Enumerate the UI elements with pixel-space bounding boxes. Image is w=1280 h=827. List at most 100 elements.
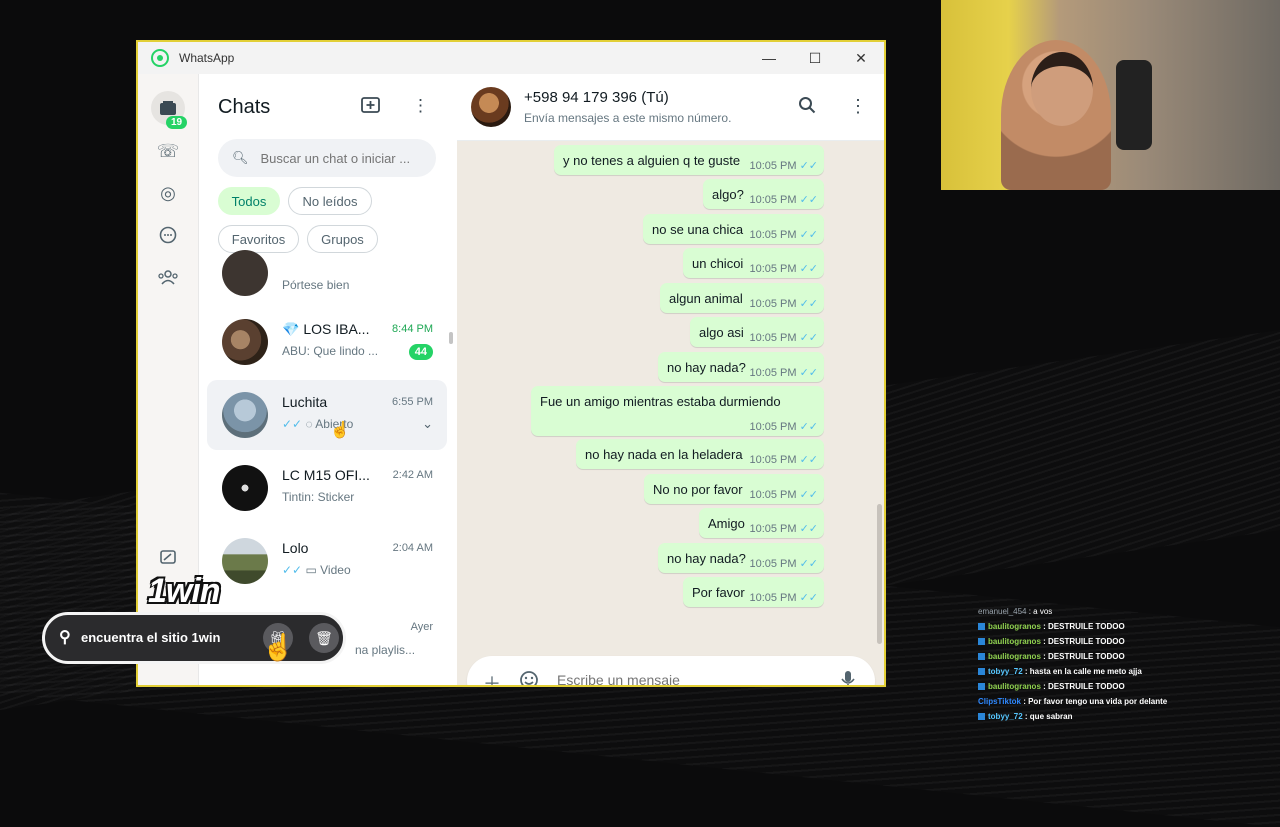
minimize-button[interactable]: — xyxy=(746,42,792,74)
double-check-icon: ✓✓ xyxy=(282,563,303,577)
chat-line: ClipsTiktok : Por favor tengo una vida p… xyxy=(978,697,1168,706)
video-icon: ▭ xyxy=(305,563,317,577)
search-input[interactable] xyxy=(258,149,433,167)
chat-time: Ayer xyxy=(410,621,433,633)
loading-icon: ◌ xyxy=(305,417,313,431)
message-bubble[interactable]: algo asi 10:05 PM ✓✓ xyxy=(690,317,824,347)
avatar xyxy=(222,392,268,438)
avatar xyxy=(222,319,268,365)
contact-subtitle: Envía mensajes a este mismo número. xyxy=(524,111,732,125)
contact-name: +598 94 179 396 (Tú) xyxy=(524,89,669,106)
double-check-icon: ✓✓ xyxy=(282,417,303,431)
close-button[interactable]: ✕ xyxy=(838,42,884,74)
calls-icon[interactable]: ☏ xyxy=(151,134,185,168)
conversation-scrollbar[interactable] xyxy=(877,504,882,644)
badge-icon xyxy=(978,683,985,691)
whatsapp-logo-icon xyxy=(151,49,169,67)
chat-time: 6:55 PM xyxy=(392,396,433,408)
search-icon[interactable] xyxy=(798,96,816,119)
filter-no-leidos[interactable]: No leídos xyxy=(288,187,372,215)
message-bubble[interactable]: no hay nada? 10:05 PM ✓✓ xyxy=(658,352,824,382)
menu-kebab-icon[interactable]: ⋮ xyxy=(849,96,867,117)
hand-cursor-icon: ☝ xyxy=(330,422,350,439)
avatar xyxy=(222,538,268,584)
message-bubble[interactable]: no hay nada en la heladera 10:05 PM ✓✓ xyxy=(576,439,824,469)
badge-icon xyxy=(978,713,985,721)
chat-name: Luchita xyxy=(282,394,328,410)
chat-row[interactable]: Luchita 6:55 PM ✓✓ ◌ Abierto ⌄ xyxy=(207,380,447,450)
chat-row[interactable]: Lolo 2:04 AM ✓✓ ▭ Video xyxy=(207,526,447,596)
message-bubble[interactable]: Por favor 10:05 PM ✓✓ xyxy=(683,577,824,607)
filter-grupos[interactable]: Grupos xyxy=(307,225,378,253)
double-check-icon: ✓✓ xyxy=(799,194,818,206)
badge-icon xyxy=(978,668,985,676)
sticker-emoji-icon[interactable] xyxy=(519,670,539,685)
filter-todos[interactable]: Todos xyxy=(218,187,280,215)
double-check-icon: ✓✓ xyxy=(799,558,818,570)
title-bar: WhatsApp — ☐ ✕ xyxy=(138,42,884,74)
filter-favoritos[interactable]: Favoritos xyxy=(218,225,299,253)
ad-banner[interactable]: ⚲ encuentra el sitio 1win 🎁︎ 🗑︎ xyxy=(42,612,346,664)
unread-badge: 19 xyxy=(166,116,188,129)
stream-chat: emanuel_454 : a vos baulitogranos : DEST… xyxy=(978,604,1278,724)
unread-count-badge: 44 xyxy=(408,344,433,360)
badge-icon xyxy=(978,653,985,661)
status-icon[interactable]: ◎ xyxy=(151,176,185,210)
window-title: WhatsApp xyxy=(179,51,235,65)
microphone-stand xyxy=(1116,60,1152,150)
chat-line: tobyy_72 : que sabran xyxy=(978,709,1278,724)
channels-icon[interactable] xyxy=(151,218,185,252)
double-check-icon: ✓✓ xyxy=(799,160,818,172)
search-box[interactable]: 🔍︎ xyxy=(218,139,436,177)
chat-name: Lolo xyxy=(282,540,309,556)
chat-row[interactable]: 💎 LOS IBA... 8:44 PM ABU: Que lindo ... … xyxy=(207,307,447,377)
ad-text: encuentra el sitio 1win xyxy=(81,630,221,645)
chat-preview-wrap: ✓✓ ▭ Video xyxy=(282,563,351,577)
chat-row[interactable]: Pórtese bien xyxy=(207,250,447,306)
message-bubble[interactable]: no se una chica 10:05 PM ✓✓ xyxy=(643,214,824,244)
maximize-button[interactable]: ☐ xyxy=(792,42,838,74)
conversation-header[interactable]: +598 94 179 396 (Tú) Envía mensajes a es… xyxy=(457,74,884,141)
chat-line: tobyy_72 : hasta en la calle me meto ajj… xyxy=(978,664,1278,679)
double-check-icon: ✓✓ xyxy=(799,263,818,275)
message-bubble[interactable]: no hay nada? 10:05 PM ✓✓ xyxy=(658,543,824,573)
badge-icon xyxy=(978,623,985,631)
message-list: y no tenes a alguien q te guste 10:05 PM ✓… xyxy=(457,141,884,621)
chat-line: baulitogranos : DESTRUILE TODOO xyxy=(978,619,1278,634)
message-bubble[interactable]: No no por favor 10:05 PM ✓✓ xyxy=(644,474,824,504)
message-bubble[interactable]: un chicoi 10:05 PM ✓✓ xyxy=(683,248,824,278)
chat-preview: Video xyxy=(320,563,351,577)
ad-logo: 1win xyxy=(148,572,221,610)
message-input[interactable] xyxy=(555,671,819,685)
webcam-overlay xyxy=(941,0,1280,190)
message-bubble[interactable]: Fue un amigo mientras estaba durmiendo 10… xyxy=(531,386,824,436)
microphone-icon[interactable] xyxy=(841,670,855,685)
avatar xyxy=(222,465,268,511)
menu-kebab-icon[interactable]: ⋮ xyxy=(412,96,429,116)
double-check-icon: ✓✓ xyxy=(799,367,818,379)
chat-preview: ABU: Que lindo ... xyxy=(282,344,379,358)
chevron-down-icon[interactable]: ⌄ xyxy=(422,416,433,432)
search-icon: ⚲ xyxy=(59,629,71,646)
new-chat-icon[interactable] xyxy=(361,96,381,119)
double-check-icon: ✓✓ xyxy=(799,592,818,604)
chat-line: baulitogranos : DESTRUILE TODOO xyxy=(978,634,1278,649)
list-scrollbar[interactable] xyxy=(449,332,453,344)
chat-line: emanuel_454 : a vos xyxy=(978,607,1053,616)
communities-icon[interactable] xyxy=(151,260,185,294)
trash-icon[interactable]: 🗑︎ xyxy=(309,623,339,653)
hand-cursor-icon: ☝ xyxy=(262,632,295,662)
double-check-icon: ✓✓ xyxy=(799,454,818,466)
edit-media-icon[interactable] xyxy=(151,540,185,574)
double-check-icon: ✓✓ xyxy=(799,332,818,344)
chat-line: baulitogranos : DESTRUILE TODOO xyxy=(978,679,1278,694)
contact-avatar[interactable] xyxy=(471,87,511,127)
message-bubble[interactable]: algun animal 10:05 PM ✓✓ xyxy=(660,283,824,313)
streamer-head xyxy=(1031,52,1093,126)
chat-row[interactable]: LC M15 OFI... 2:42 AM Tintin: Sticker xyxy=(207,453,447,523)
message-bubble[interactable]: y no tenes a alguien q te guste 10:05 PM ✓… xyxy=(554,145,824,175)
message-bubble[interactable]: algo? 10:05 PM ✓✓ xyxy=(703,179,824,209)
message-bubble[interactable]: Amigo 10:05 PM ✓✓ xyxy=(699,508,824,538)
attach-plus-icon[interactable]: ＋ xyxy=(483,670,501,685)
composer: ＋ xyxy=(467,656,875,685)
